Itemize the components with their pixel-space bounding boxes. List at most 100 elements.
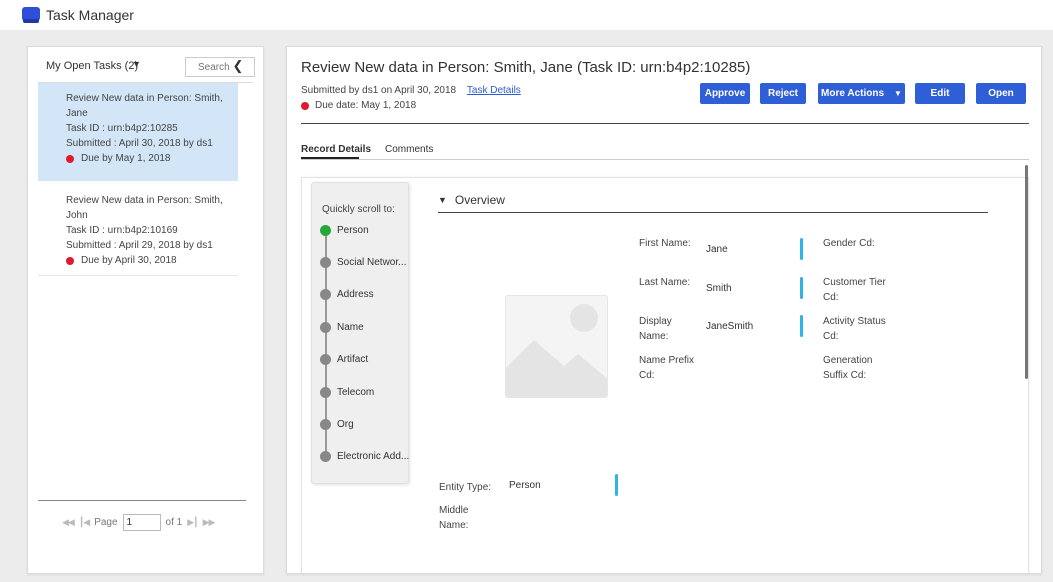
field-marker bbox=[800, 238, 803, 260]
edit-button[interactable]: Edit bbox=[915, 83, 965, 104]
task-item-due: Due by April 30, 2018 bbox=[66, 253, 238, 268]
due-date-text: Due date: May 1, 2018 bbox=[315, 100, 417, 111]
task-item-submitted: Submitted : April 29, 2018 by ds1 bbox=[66, 240, 213, 251]
section-dot-icon bbox=[320, 450, 331, 462]
task-item-due: Due by May 1, 2018 bbox=[66, 151, 238, 166]
last-name-value: Smith bbox=[706, 283, 732, 294]
scroll-nav-item-electronic-address[interactable]: Electronic Add... bbox=[320, 449, 409, 463]
section-dot-icon bbox=[320, 386, 331, 398]
scroll-nav-item-name[interactable]: Name bbox=[320, 320, 364, 334]
scrollbar[interactable] bbox=[1025, 165, 1028, 379]
field-marker bbox=[800, 315, 803, 337]
scroll-nav-label: Org bbox=[337, 418, 354, 430]
activity-status-label: Activity Status Cd: bbox=[823, 316, 886, 342]
chevron-down-icon: ▼ bbox=[894, 89, 902, 98]
task-submitted-info: Submitted by ds1 on April 30, 2018 Task … bbox=[301, 85, 521, 96]
divider bbox=[301, 159, 1029, 160]
profile-image-placeholder-icon bbox=[505, 295, 608, 398]
more-actions-label: More Actions bbox=[821, 88, 885, 99]
app-header: Task Manager bbox=[0, 0, 1053, 30]
page-label: Page bbox=[94, 516, 118, 528]
task-item-id: Task ID : urn:b4p2:10285 bbox=[66, 123, 178, 134]
task-list-item[interactable]: Review New data in Person: Smith, John T… bbox=[38, 185, 238, 275]
scroll-nav-item-org[interactable]: Org bbox=[320, 417, 354, 431]
first-page-icon[interactable]: ◀◀ bbox=[62, 517, 75, 528]
last-name-label: Last Name: bbox=[639, 277, 691, 288]
task-item-id: Task ID : urn:b4p2:10169 bbox=[66, 225, 178, 236]
display-name-value: JaneSmith bbox=[706, 321, 754, 332]
section-dot-icon bbox=[320, 321, 331, 333]
overview-section-toggle[interactable]: ▼ Overview bbox=[438, 193, 505, 207]
section-dot-icon bbox=[320, 288, 331, 300]
task-list-panel: My Open Tasks (2) ▼ ❮ Review New data in… bbox=[27, 46, 264, 574]
task-due-date: Due date: May 1, 2018 bbox=[301, 100, 416, 111]
next-page-icon[interactable]: ▶┃ bbox=[187, 517, 198, 528]
task-item-title: Review New data in Person: Smith, bbox=[66, 195, 223, 206]
task-item-due-text: Due by May 1, 2018 bbox=[81, 153, 171, 164]
scroll-nav-item-person[interactable]: Person bbox=[320, 223, 369, 237]
divider bbox=[301, 123, 1029, 124]
tab-record-details[interactable]: Record Details bbox=[301, 144, 371, 155]
generation-suffix-label: Generation Suffix Cd: bbox=[823, 355, 873, 381]
task-detail-panel: Review New data in Person: Smith, Jane (… bbox=[286, 46, 1042, 574]
scroll-nav-label: Artifact bbox=[337, 353, 369, 365]
scroll-nav-item-social-network[interactable]: Social Networ... bbox=[320, 255, 406, 269]
quick-scroll-nav: Quickly scroll to: Person Social Networ.… bbox=[311, 182, 409, 484]
task-list-header: My Open Tasks (2) ▼ ❮ bbox=[28, 47, 263, 83]
collapse-panel-icon[interactable]: ❮ bbox=[230, 57, 246, 77]
overview-heading: Overview bbox=[454, 193, 505, 207]
due-status-dot-icon bbox=[66, 256, 74, 265]
tab-comments[interactable]: Comments bbox=[385, 144, 433, 155]
reject-button[interactable]: Reject bbox=[760, 83, 806, 104]
app-title: Task Manager bbox=[46, 7, 134, 23]
pagination: ◀◀ ┃◀ Page 1 of 1 ▶┃ ▶▶ bbox=[62, 513, 216, 531]
task-details-link[interactable]: Task Details bbox=[467, 85, 521, 96]
scroll-nav-item-telecom[interactable]: Telecom bbox=[320, 385, 374, 399]
last-page-icon[interactable]: ▶▶ bbox=[203, 517, 216, 528]
more-actions-button[interactable]: More Actions ▼ bbox=[818, 83, 905, 104]
scroll-nav-item-address[interactable]: Address bbox=[320, 287, 374, 301]
display-name-label: Display Name: bbox=[639, 316, 672, 342]
middle-name-label: Middle Name: bbox=[439, 505, 469, 531]
page-number-input[interactable]: 1 bbox=[122, 513, 161, 531]
task-item-submitted: Submitted : April 30, 2018 by ds1 bbox=[66, 138, 213, 149]
active-section-dot-icon bbox=[320, 224, 331, 236]
task-item-due-text: Due by April 30, 2018 bbox=[81, 255, 177, 266]
name-prefix-label: Name Prefix Cd: bbox=[639, 355, 695, 381]
task-list-item[interactable]: Review New data in Person: Smith, Jane T… bbox=[38, 83, 238, 181]
scroll-nav-label: Address bbox=[337, 288, 374, 300]
approve-button[interactable]: Approve bbox=[700, 83, 750, 104]
scroll-nav-label: Person bbox=[337, 224, 369, 236]
due-status-dot-icon bbox=[66, 154, 74, 163]
scroll-nav-item-artifact[interactable]: Artifact bbox=[320, 352, 368, 366]
task-item-title: Review New data in Person: Smith, bbox=[66, 93, 223, 104]
app-logo-icon bbox=[22, 7, 40, 23]
scroll-nav-label: Electronic Add... bbox=[337, 450, 410, 462]
image-placeholder-icon bbox=[506, 304, 607, 397]
due-status-dot-icon bbox=[301, 101, 309, 110]
section-dot-icon bbox=[320, 353, 331, 365]
page-title: Review New data in Person: Smith, Jane (… bbox=[301, 59, 751, 76]
divider bbox=[438, 212, 988, 213]
divider bbox=[38, 500, 246, 501]
previous-page-icon[interactable]: ┃◀ bbox=[79, 517, 90, 528]
quick-scroll-header: Quickly scroll to: bbox=[322, 204, 395, 215]
field-marker bbox=[615, 474, 618, 496]
entity-type-value: Person bbox=[509, 480, 541, 491]
scroll-nav-label: Social Networ... bbox=[337, 256, 407, 268]
chevron-down-icon[interactable]: ▼ bbox=[132, 59, 141, 69]
scroll-nav-label: Telecom bbox=[337, 386, 375, 398]
entity-type-label: Entity Type: bbox=[439, 482, 492, 493]
divider bbox=[38, 275, 238, 276]
open-button[interactable]: Open bbox=[976, 83, 1026, 104]
task-list-title[interactable]: My Open Tasks (2) bbox=[46, 60, 138, 72]
first-name-label: First Name: bbox=[639, 238, 691, 249]
field-marker bbox=[800, 277, 803, 299]
section-dot-icon bbox=[320, 418, 331, 430]
task-item-title-cont: Jane bbox=[66, 108, 88, 119]
customer-tier-label: Customer Tier Cd: bbox=[823, 277, 886, 303]
section-dot-icon bbox=[320, 256, 331, 268]
submitted-text: Submitted by ds1 on April 30, 2018 bbox=[301, 85, 457, 96]
gender-label: Gender Cd: bbox=[823, 238, 875, 249]
page-count-label: of 1 bbox=[165, 516, 183, 528]
